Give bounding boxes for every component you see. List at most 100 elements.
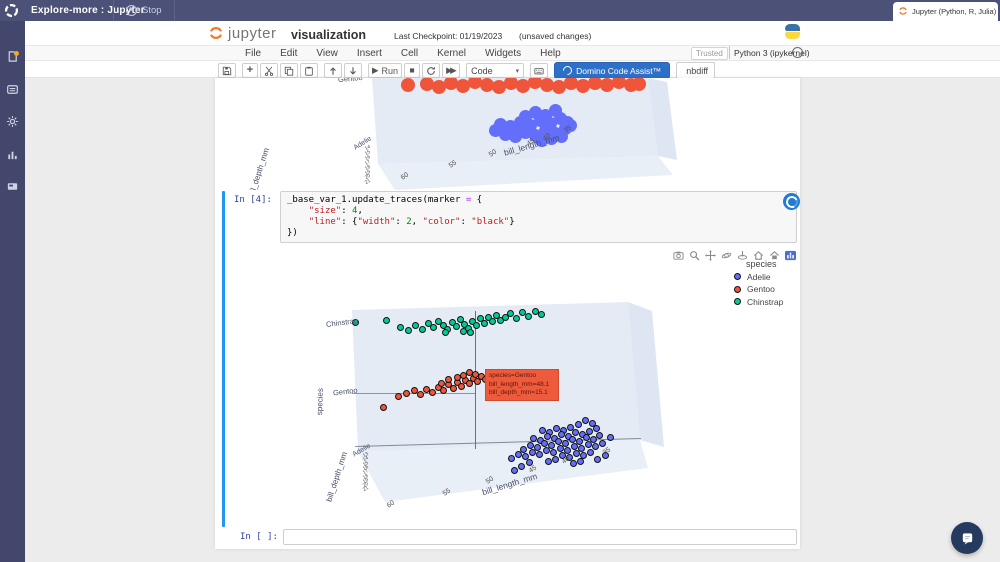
paste-cells-button[interactable] bbox=[300, 63, 318, 78]
scatter-point-adelie[interactable] bbox=[552, 456, 559, 463]
scatter-point-gentoo[interactable] bbox=[440, 387, 447, 394]
menu-insert[interactable]: Insert bbox=[357, 48, 382, 59]
code-editor[interactable]: _base_var_1.update_traces(marker = { "si… bbox=[280, 191, 797, 243]
scatter-point-chinstrap[interactable] bbox=[405, 327, 412, 334]
empty-code-editor[interactable] bbox=[283, 529, 797, 545]
menu-kernel[interactable]: Kernel bbox=[437, 48, 466, 59]
scatter-point-chinstrap[interactable] bbox=[481, 320, 488, 327]
scatter-point-adelie[interactable] bbox=[587, 449, 594, 456]
cell-type-select[interactable]: Code▾ bbox=[466, 63, 524, 78]
scatter-point-chinstrap[interactable] bbox=[467, 329, 474, 336]
scatter-point-adelie[interactable] bbox=[536, 451, 543, 458]
scatter-point-adelie[interactable] bbox=[555, 438, 562, 445]
scatter-point-chinstrap[interactable] bbox=[383, 317, 390, 324]
sidebar-stats-icon[interactable] bbox=[6, 148, 19, 161]
scatter-point-gentoo[interactable] bbox=[472, 371, 479, 378]
scatter-point-adelie[interactable] bbox=[577, 458, 584, 465]
scatter-point-chinstrap[interactable] bbox=[453, 323, 460, 330]
restart-run-all-button[interactable]: ▶▶ bbox=[442, 63, 460, 78]
scatter-point-adelie[interactable] bbox=[592, 443, 599, 450]
legend-item-adelie[interactable]: Adelie bbox=[734, 272, 783, 282]
scatter-point-adelie[interactable] bbox=[596, 432, 603, 439]
sidebar-settings-icon[interactable] bbox=[6, 115, 19, 128]
menu-file[interactable]: File bbox=[245, 48, 261, 59]
interrupt-kernel-button[interactable]: ■ bbox=[404, 63, 420, 78]
scatter-point-chinstrap[interactable] bbox=[507, 310, 514, 317]
scatter-point-chinstrap[interactable] bbox=[412, 322, 419, 329]
scatter-point-adelie[interactable] bbox=[541, 440, 548, 447]
modebar-zoom-icon[interactable] bbox=[689, 250, 700, 261]
scatter-point-adelie[interactable] bbox=[557, 445, 564, 452]
scatter-point-adelie[interactable] bbox=[526, 459, 533, 466]
move-cell-down-button[interactable] bbox=[344, 63, 362, 78]
copy-cells-button[interactable] bbox=[280, 63, 298, 78]
scatter-point-adelie[interactable] bbox=[545, 458, 552, 465]
scatter-point-adelie[interactable] bbox=[543, 447, 550, 454]
scatter-point-chinstrap[interactable] bbox=[419, 326, 426, 333]
browser-tab[interactable]: Jupyter (Python, R, Julia) bbox=[893, 2, 998, 21]
scatter-point-adelie[interactable] bbox=[509, 122, 522, 135]
scatter-point-chinstrap[interactable] bbox=[538, 311, 545, 318]
code-assist-cell-button[interactable] bbox=[783, 193, 800, 210]
modebar-pan-icon[interactable] bbox=[705, 250, 716, 261]
sidebar-data-icon[interactable] bbox=[6, 83, 19, 96]
scatter-point-chinstrap[interactable] bbox=[513, 315, 520, 322]
scatter-point-adelie[interactable] bbox=[527, 442, 534, 449]
nbdiff-button[interactable]: nbdiff bbox=[676, 62, 715, 79]
scatter-point-adelie[interactable] bbox=[529, 449, 536, 456]
scatter-point-adelie[interactable] bbox=[607, 434, 614, 441]
scatter-point-adelie[interactable] bbox=[558, 431, 565, 438]
chat-widget-button[interactable] bbox=[951, 522, 983, 554]
scatter-point-chinstrap[interactable] bbox=[397, 324, 404, 331]
domino-code-assist-button[interactable]: Domino Code Assist™ bbox=[554, 62, 670, 79]
scatter-point-adelie[interactable] bbox=[518, 463, 525, 470]
scatter-point-gentoo[interactable] bbox=[445, 376, 452, 383]
scatter-point-adelie[interactable] bbox=[569, 436, 576, 443]
scatter-point-adelie[interactable] bbox=[573, 450, 580, 457]
menu-edit[interactable]: Edit bbox=[280, 48, 297, 59]
scatter-point-adelie[interactable] bbox=[571, 443, 578, 450]
scatter-point-chinstrap[interactable] bbox=[525, 313, 532, 320]
scatter-point-adelie[interactable] bbox=[511, 467, 518, 474]
scatter-point-adelie[interactable] bbox=[583, 434, 590, 441]
legend-item-chinstrap[interactable]: Chinstrap bbox=[734, 297, 783, 307]
scatter-point-adelie[interactable] bbox=[575, 421, 582, 428]
scatter-point-adelie[interactable] bbox=[593, 425, 600, 432]
save-notebook-button[interactable] bbox=[218, 63, 236, 78]
scatter-point-gentoo[interactable] bbox=[438, 380, 445, 387]
scatter-point-gentoo[interactable] bbox=[380, 404, 387, 411]
scatter-point-adelie[interactable] bbox=[594, 456, 601, 463]
scatter-point-adelie[interactable] bbox=[530, 435, 537, 442]
scatter-point-chinstrap[interactable] bbox=[430, 324, 437, 331]
modebar-camera-icon[interactable] bbox=[673, 250, 684, 261]
command-palette-button[interactable] bbox=[530, 63, 548, 78]
scatter-point-gentoo[interactable] bbox=[429, 389, 436, 396]
scatter-point-adelie[interactable] bbox=[515, 451, 522, 458]
scatter-point-chinstrap[interactable] bbox=[473, 322, 480, 329]
modebar-plotly-logo-icon[interactable] bbox=[785, 250, 796, 261]
scatter-point-adelie[interactable] bbox=[549, 104, 562, 117]
scatter-point-chinstrap[interactable] bbox=[489, 318, 496, 325]
domino-logo-icon[interactable] bbox=[3, 2, 20, 19]
move-cell-up-button[interactable] bbox=[324, 63, 342, 78]
scatter-point-gentoo[interactable] bbox=[417, 391, 424, 398]
scatter-point-adelie[interactable] bbox=[553, 425, 560, 432]
menu-view[interactable]: View bbox=[316, 48, 338, 59]
stop-workspace-button[interactable]: Stop bbox=[113, 0, 175, 21]
menu-help[interactable]: Help bbox=[540, 48, 561, 59]
scatter-point-chinstrap[interactable] bbox=[460, 328, 467, 335]
scatter-point-adelie[interactable] bbox=[539, 427, 546, 434]
scatter-point-adelie[interactable] bbox=[550, 449, 557, 456]
cut-cells-button[interactable] bbox=[260, 63, 278, 78]
scatter-point-adelie[interactable] bbox=[582, 417, 589, 424]
scatter-point-adelie[interactable] bbox=[585, 441, 592, 448]
menu-cell[interactable]: Cell bbox=[401, 48, 418, 59]
menu-widgets[interactable]: Widgets bbox=[485, 48, 521, 59]
restart-kernel-button[interactable] bbox=[422, 63, 440, 78]
insert-cell-below-button[interactable]: + bbox=[242, 63, 258, 78]
sidebar-workspace-icon[interactable] bbox=[6, 180, 19, 193]
legend-item-gentoo[interactable]: Gentoo bbox=[734, 284, 783, 294]
scatter-point-chinstrap[interactable] bbox=[442, 329, 449, 336]
scatter-point-gentoo[interactable] bbox=[458, 383, 465, 390]
scatter-point-gentoo[interactable] bbox=[450, 385, 457, 392]
